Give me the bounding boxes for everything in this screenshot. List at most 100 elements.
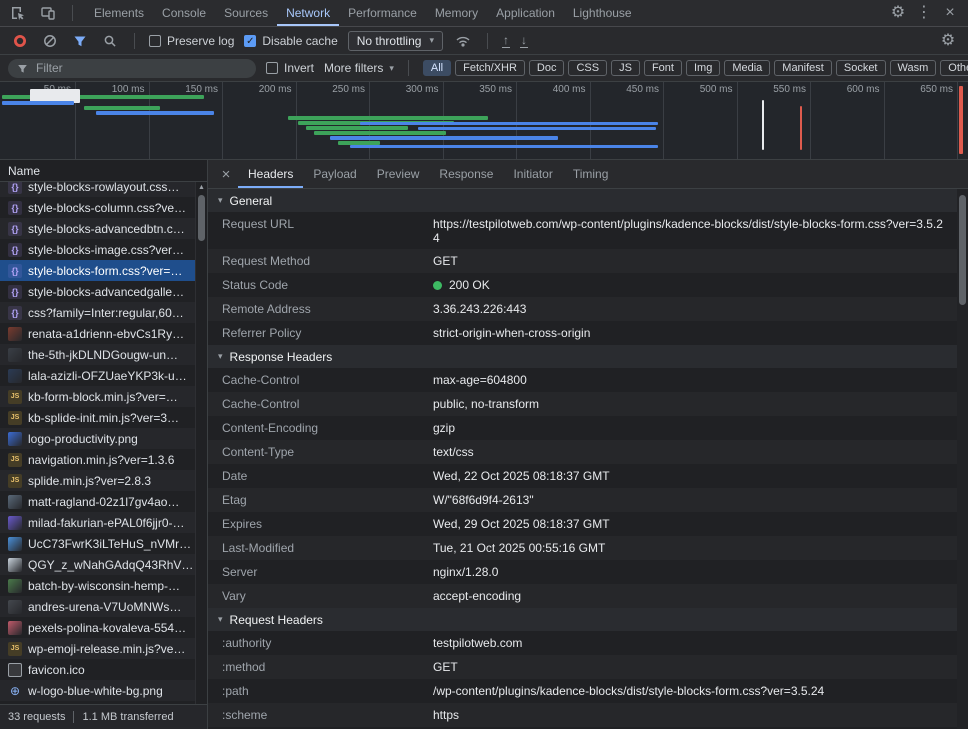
request-name: style-blocks-rowlayout.css… <box>28 182 179 194</box>
search-icon[interactable] <box>100 31 120 51</box>
js-file-icon: JS <box>8 411 22 425</box>
disable-cache-checkbox[interactable]: ✓ Disable cache <box>244 34 337 48</box>
name-column-header[interactable]: Name <box>0 160 207 182</box>
scrollbar-thumb[interactable] <box>198 195 205 241</box>
request-row[interactable]: milad-fakurian-ePAL0f6jjr0-… <box>0 512 207 533</box>
request-name: logo-productivity.png <box>28 432 138 446</box>
request-row[interactable]: logo-productivity.png <box>0 428 207 449</box>
detail-tabs: HeadersPayloadPreviewResponseInitiatorTi… <box>238 160 618 188</box>
filter-chip-img[interactable]: Img <box>686 60 720 76</box>
scrollbar-thumb[interactable] <box>959 195 966 305</box>
tab-network[interactable]: Network <box>277 0 339 26</box>
close-details-icon[interactable]: × <box>214 166 238 183</box>
detail-tab-response[interactable]: Response <box>429 160 503 188</box>
image-thumbnail-icon <box>8 495 22 509</box>
section-header-response-headers[interactable]: ▾Response Headers <box>208 345 957 368</box>
image-thumbnail-icon <box>8 537 22 551</box>
request-name: style-blocks-form.css?ver=… <box>28 264 182 278</box>
record-network-log-icon[interactable] <box>10 31 30 51</box>
request-row[interactable]: andres-urena-V7UoMNWs… <box>0 596 207 617</box>
filter-chip-fetch-xhr[interactable]: Fetch/XHR <box>455 60 525 76</box>
tab-lighthouse[interactable]: Lighthouse <box>564 0 641 26</box>
export-har-icon[interactable]: ↓ <box>520 34 528 48</box>
tab-sources[interactable]: Sources <box>215 0 277 26</box>
request-row[interactable]: the-5th-jkDLNDGougw-un… <box>0 344 207 365</box>
detail-body: ▾GeneralRequest URLhttps://testpilotweb.… <box>208 189 968 729</box>
request-name: UcC73FwrK3iLTeHuS_nVMr… <box>28 537 191 551</box>
request-row[interactable]: {}style-blocks-column.css?ve… <box>0 197 207 218</box>
filter-chip-font[interactable]: Font <box>644 60 682 76</box>
request-row[interactable]: lala-azizli-OFZUaeYKP3k-u… <box>0 365 207 386</box>
request-row[interactable]: batch-by-wisconsin-hemp-… <box>0 575 207 596</box>
request-row[interactable]: {}style-blocks-rowlayout.css… <box>0 182 207 197</box>
header-row: ExpiresWed, 29 Oct 2025 08:18:37 GMT <box>208 512 957 536</box>
request-row[interactable]: JSkb-form-block.min.js?ver=… <box>0 386 207 407</box>
more-options-icon[interactable]: ⋮ <box>914 3 934 23</box>
filter-chip-socket[interactable]: Socket <box>836 60 886 76</box>
detail-tab-headers[interactable]: Headers <box>238 160 303 188</box>
filter-chip-css[interactable]: CSS <box>568 60 607 76</box>
request-row[interactable]: JSsplide.min.js?ver=2.8.3 <box>0 470 207 491</box>
network-overview-timeline[interactable]: 50 ms100 ms150 ms200 ms250 ms300 ms350 m… <box>0 82 968 160</box>
request-row[interactable]: {}style-blocks-image.css?ver… <box>0 239 207 260</box>
close-devtools-icon[interactable]: × <box>940 3 960 23</box>
request-row[interactable]: ⊕w-logo-blue-white-bg.png <box>0 680 207 701</box>
throttling-dropdown[interactable]: No throttling ▾ <box>348 31 443 51</box>
clear-network-log-icon[interactable] <box>40 31 60 51</box>
overview-tick-label: 250 ms <box>311 84 365 95</box>
tab-application[interactable]: Application <box>487 0 564 26</box>
request-row[interactable]: {}css?family=Inter:regular,60… <box>0 302 207 323</box>
request-row[interactable]: UcC73FwrK3iLTeHuS_nVMr… <box>0 533 207 554</box>
request-row[interactable]: JSnavigation.min.js?ver=1.3.6 <box>0 449 207 470</box>
filter-chip-doc[interactable]: Doc <box>529 60 565 76</box>
device-toolbar-icon[interactable] <box>38 3 58 23</box>
filter-chip-media[interactable]: Media <box>724 60 770 76</box>
detail-tab-timing[interactable]: Timing <box>563 160 619 188</box>
js-file-icon: JS <box>8 642 22 656</box>
checkbox-box-icon <box>149 35 161 47</box>
header-row: :methodGET <box>208 655 957 679</box>
section-header-request-headers[interactable]: ▾Request Headers <box>208 608 957 631</box>
filter-chip-manifest[interactable]: Manifest <box>774 60 832 76</box>
request-row[interactable]: {}style-blocks-advancedgalle… <box>0 281 207 302</box>
request-row[interactable]: QGY_z_wNahGAdqQ43RhV… <box>0 554 207 575</box>
detail-tab-preview[interactable]: Preview <box>367 160 430 188</box>
filter-toggle-icon[interactable] <box>70 31 90 51</box>
detail-tab-payload[interactable]: Payload <box>303 160 366 188</box>
tab-memory[interactable]: Memory <box>426 0 487 26</box>
filter-chip-js[interactable]: JS <box>611 60 640 76</box>
import-har-icon[interactable]: ↑ <box>502 34 510 48</box>
invert-checkbox[interactable]: Invert <box>266 61 314 75</box>
settings-gear-icon[interactable]: ⚙ <box>888 3 908 23</box>
request-row[interactable]: matt-ragland-02z1l7gv4ao… <box>0 491 207 512</box>
scroll-up-arrow-icon[interactable]: ▲ <box>196 182 207 191</box>
filter-chip-all[interactable]: All <box>423 60 451 76</box>
detail-tab-initiator[interactable]: Initiator <box>503 160 562 188</box>
request-name: favicon.ico <box>28 663 85 677</box>
network-conditions-icon[interactable] <box>453 31 473 51</box>
overview-request-bar <box>360 122 658 125</box>
preserve-log-checkbox[interactable]: Preserve log <box>149 34 234 48</box>
network-main: Name {}style-blocks-rowlayout.css…{}styl… <box>0 160 968 729</box>
network-settings-gear-icon[interactable]: ⚙ <box>938 31 958 51</box>
request-row[interactable]: {}style-blocks-advancedbtn.c… <box>0 218 207 239</box>
header-value: 200 OK <box>433 278 957 292</box>
css-file-icon: {} <box>8 222 22 236</box>
inspect-element-icon[interactable] <box>8 3 28 23</box>
request-row[interactable]: JSkb-splide-init.min.js?ver=3… <box>0 407 207 428</box>
request-row[interactable]: {}style-blocks-form.css?ver=… <box>0 260 207 281</box>
request-row[interactable]: renata-a1drienn-ebvCs1Ry… <box>0 323 207 344</box>
more-filters-button[interactable]: More filters ▾ <box>324 61 394 75</box>
tab-elements[interactable]: Elements <box>85 0 153 26</box>
tab-console[interactable]: Console <box>153 0 215 26</box>
filter-chip-other[interactable]: Other <box>940 60 968 76</box>
tab-performance[interactable]: Performance <box>339 0 426 26</box>
section-header-general[interactable]: ▾General <box>208 189 957 212</box>
request-row[interactable]: JSwp-emoji-release.min.js?ve… <box>0 638 207 659</box>
js-file-icon: JS <box>8 390 22 404</box>
header-value: 3.36.243.226:443 <box>433 302 957 316</box>
filter-input[interactable] <box>8 59 256 78</box>
request-row[interactable]: pexels-polina-kovaleva-554… <box>0 617 207 638</box>
request-row[interactable]: favicon.ico <box>0 659 207 680</box>
filter-chip-wasm[interactable]: Wasm <box>890 60 937 76</box>
